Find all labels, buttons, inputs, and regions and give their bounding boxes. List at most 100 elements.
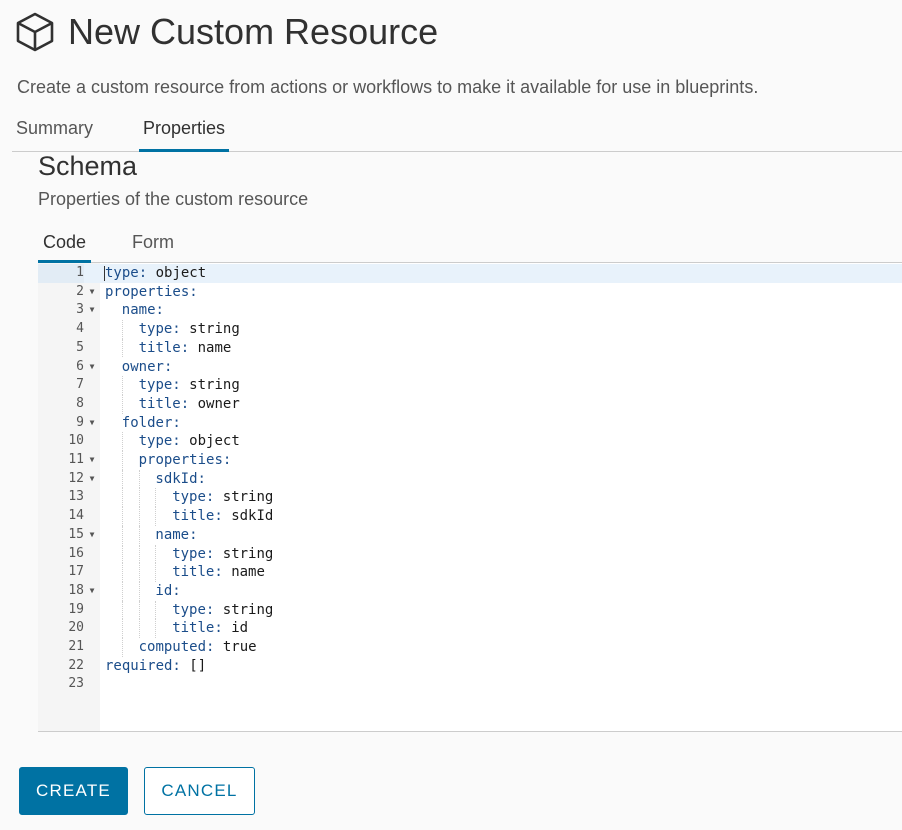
indent-guide	[138, 600, 140, 620]
line-number: 11	[68, 452, 84, 467]
fold-toggle-icon[interactable]: ▼	[87, 582, 97, 601]
main-tabs: Summary Properties	[12, 112, 902, 152]
code-line[interactable]: 12 ▼ sdkId:	[38, 469, 902, 489]
indent-guide	[155, 507, 157, 526]
code-text: id:	[155, 582, 181, 599]
indent-guide	[121, 469, 123, 489]
indent-guide	[121, 376, 123, 395]
code-line[interactable]: 18 ▼ id:	[38, 581, 902, 601]
code-line[interactable]: 9 ▼ folder:	[38, 414, 902, 433]
indent-guide	[121, 638, 123, 657]
code-line[interactable]: 13 type: string	[38, 488, 902, 508]
code-text: properties:	[138, 452, 232, 468]
fold-toggle-icon[interactable]: ▼	[87, 414, 97, 433]
tab-code[interactable]: Code	[38, 232, 92, 263]
code-text: type: string	[172, 489, 274, 506]
code-text: title: owner	[138, 395, 240, 412]
code-text: type: string	[172, 601, 274, 618]
fold-toggle-icon[interactable]: ▼	[87, 526, 97, 545]
code-line[interactable]: 14 title: sdkId	[38, 507, 902, 526]
code-line[interactable]: 10 type: object	[38, 432, 902, 451]
indent-guide	[121, 581, 123, 601]
schema-subtabs: Code Form	[38, 224, 902, 263]
create-button[interactable]: CREATE	[19, 767, 128, 815]
indent-guide	[155, 619, 157, 638]
schema-title: Schema	[38, 151, 138, 181]
line-number: 20	[68, 620, 84, 636]
line-number: 9	[76, 414, 84, 430]
indent-guide	[121, 432, 123, 451]
page-header: New Custom Resource	[16, 10, 438, 54]
schema-subtitle: Properties of the custom resource	[38, 189, 309, 209]
fold-toggle-icon[interactable]: ▼	[87, 283, 97, 302]
code-line[interactable]: 8 title: owner	[38, 394, 902, 414]
code-line[interactable]: 21 computed: true	[38, 638, 902, 657]
indent-guide	[138, 525, 140, 545]
line-number: 7	[76, 377, 84, 393]
text-cursor	[104, 266, 105, 281]
line-number: 2	[76, 283, 84, 299]
line-number: 14	[68, 508, 84, 524]
code-text: title: name	[172, 564, 265, 581]
page-subtitle: Create a custom resource from actions or…	[17, 77, 759, 97]
indent-guide	[155, 600, 157, 620]
indent-guide	[121, 619, 123, 638]
line-number: 8	[76, 395, 84, 411]
line-number: 21	[68, 639, 84, 654]
fold-toggle-icon[interactable]: ▼	[87, 358, 97, 377]
code-text: type: string	[138, 377, 240, 394]
indent-guide	[121, 563, 123, 582]
code-line[interactable]: 23	[38, 675, 902, 694]
code-text: name:	[121, 302, 164, 319]
tab-form[interactable]: Form	[132, 232, 174, 263]
code-line[interactable]: 16 type: string	[38, 544, 902, 564]
fold-toggle-icon[interactable]: ▼	[87, 451, 97, 470]
cancel-button[interactable]: CANCEL	[144, 767, 255, 815]
cube-icon	[16, 12, 54, 52]
code-line[interactable]: 15 ▼ name:	[38, 525, 902, 545]
line-number: 23	[68, 676, 84, 692]
indent-guide	[155, 488, 157, 508]
line-number: 5	[76, 339, 84, 355]
line-number: 15	[68, 526, 84, 542]
code-line[interactable]: 5 title: name	[38, 338, 902, 358]
code-line[interactable]: 3 ▼ name:	[38, 301, 902, 320]
tab-summary[interactable]: Summary	[16, 118, 93, 152]
code-line[interactable]: 20 title: id	[38, 619, 902, 638]
indent-guide	[121, 320, 123, 339]
code-line[interactable]: 11 ▼ properties:	[38, 451, 902, 470]
line-number: 4	[76, 321, 84, 337]
indent-guide	[138, 469, 140, 489]
code-text: properties:	[105, 283, 198, 300]
line-number: 19	[68, 601, 84, 617]
fold-toggle-icon[interactable]: ▼	[87, 470, 97, 489]
code-text: type: string	[138, 321, 240, 338]
line-number: 1	[38, 264, 84, 283]
code-line[interactable]: 17 title: name	[38, 563, 902, 582]
code-line[interactable]: 22 required: []	[38, 657, 902, 676]
code-text: title: id	[172, 620, 249, 637]
code-text: sdkId:	[155, 470, 206, 487]
code-line[interactable]: 7 type: string	[38, 376, 902, 395]
line-number: 17	[68, 564, 84, 580]
page-title: New Custom Resource	[68, 11, 439, 52]
code-line[interactable]: 2 ▼ properties:	[38, 283, 902, 302]
code-text: title: sdkId	[172, 508, 274, 525]
code-editor[interactable]: 1 type: object 2 ▼ properties: 3 ▼ name: 4 type: …	[38, 263, 902, 732]
line-number: 18	[68, 582, 84, 598]
code-line[interactable]: 1 type: object	[38, 264, 902, 283]
code-line[interactable]: 19 type: string	[38, 600, 902, 620]
indent-guide	[155, 544, 157, 564]
indent-guide	[121, 525, 123, 545]
tab-properties[interactable]: Properties	[139, 118, 230, 152]
indent-guide	[121, 507, 123, 526]
indent-guide	[121, 488, 123, 508]
code-line[interactable]: 6 ▼ owner:	[38, 358, 902, 377]
code-text: owner:	[121, 358, 173, 375]
indent-guide	[138, 544, 140, 564]
fold-toggle-icon[interactable]: ▼	[87, 301, 97, 320]
indent-guide	[121, 338, 123, 358]
line-number: 16	[68, 545, 84, 561]
indent-guide	[121, 600, 123, 620]
code-line[interactable]: 4 type: string	[38, 320, 902, 339]
